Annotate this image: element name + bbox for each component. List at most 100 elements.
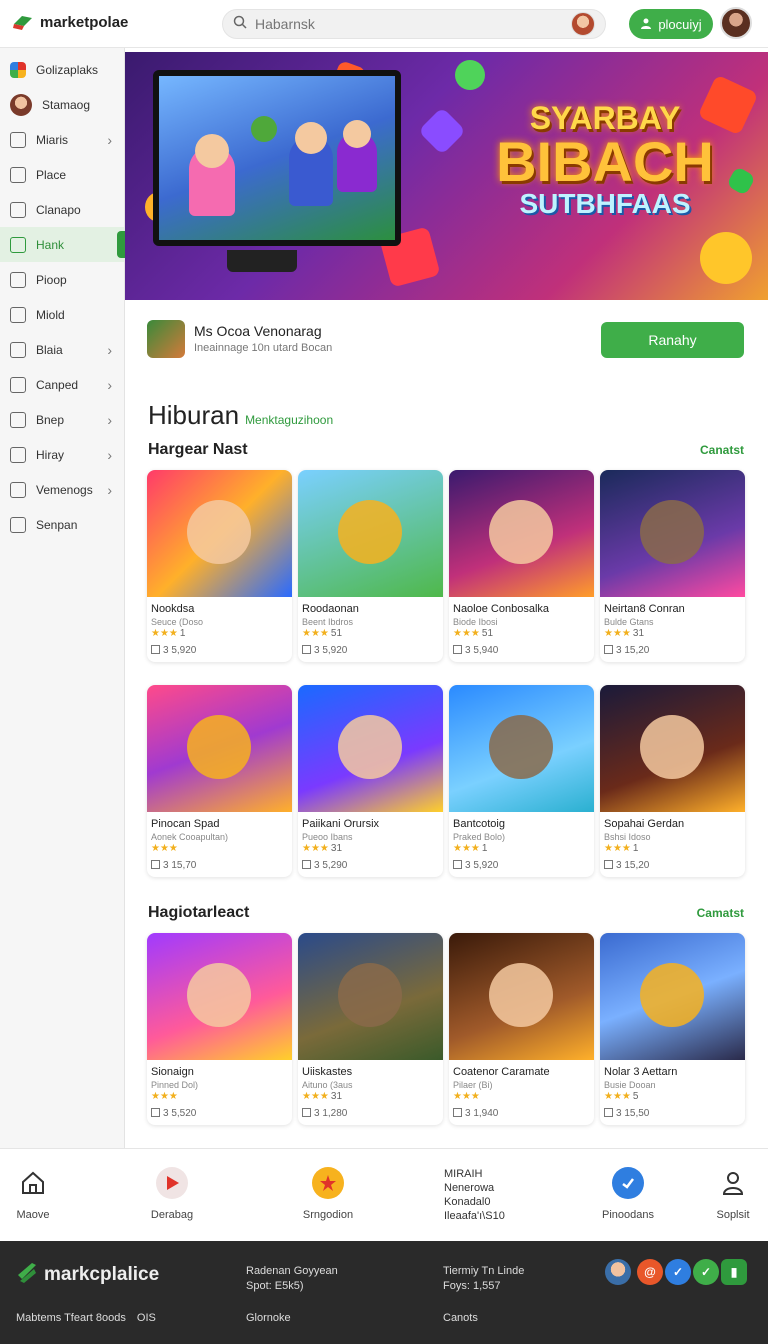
nav-home[interactable]: Maove — [0, 1149, 83, 1242]
search-icon — [233, 15, 247, 34]
product-rating: ★★★ 1 — [147, 627, 292, 639]
social-store-icon[interactable]: ▮ — [721, 1259, 747, 1285]
sidebar-item[interactable]: Place — [0, 157, 124, 192]
product-thumbnail[interactable] — [600, 933, 745, 1060]
social-share-icon[interactable]: @ — [637, 1259, 663, 1285]
sidebar-item[interactable]: Senpan — [0, 507, 124, 542]
nav-profile[interactable]: Soplsit — [683, 1149, 768, 1242]
profile-avatar[interactable] — [720, 7, 752, 39]
product-thumbnail[interactable] — [147, 933, 292, 1060]
sidebar-item-label: Miaris — [36, 132, 68, 147]
character-illustration — [489, 963, 553, 1027]
hero-banner[interactable]: SYARBAY BIBACH SUTBHFAAS — [125, 52, 768, 300]
featured-action-button[interactable]: Ranahy — [601, 322, 744, 358]
product-thumbnail[interactable] — [298, 685, 443, 812]
product-card[interactable]: Pinocan Spad Aonek Cooapultan) ★★★ 3 15,70 — [147, 685, 292, 877]
sidebar-item[interactable]: Blaia › — [0, 332, 124, 367]
product-thumbnail[interactable] — [600, 470, 745, 597]
product-card[interactable]: Uiiskastes Aituno (3aus ★★★ 31 3 1,280 — [298, 933, 443, 1125]
product-card[interactable]: Naoloe Conbosalka Biode Ibosi ★★★ 51 3 5,940 — [449, 470, 594, 662]
sidebar-item-label: Stamaog — [42, 97, 91, 112]
nav-check[interactable]: Pinoodans — [578, 1149, 678, 1242]
product-thumbnail[interactable] — [298, 470, 443, 597]
search-input[interactable] — [255, 16, 563, 32]
rating-count: 51 — [330, 628, 343, 639]
see-more-link[interactable]: Canatst — [700, 443, 744, 457]
social-avatar-icon[interactable] — [605, 1259, 631, 1285]
product-title[interactable]: Paiikani Orursix — [298, 812, 443, 830]
search-bar[interactable] — [222, 9, 606, 39]
footer-line[interactable]: Radenan Goyyean — [246, 1264, 338, 1279]
sidebar-item[interactable]: Pioop — [0, 262, 124, 297]
product-card[interactable]: Neirtan8 Conran Bulde Gtans ★★★ 31 3 15,20 — [600, 470, 745, 662]
rating-count: 1 — [179, 628, 186, 639]
product-price: 3 15,20 — [600, 854, 745, 877]
product-thumbnail[interactable] — [449, 685, 594, 812]
account-button[interactable]: plocuiyj — [629, 9, 713, 39]
product-thumbnail[interactable] — [298, 933, 443, 1060]
featured-subtitle: Ineainnage 10n utard Bocan — [194, 342, 333, 354]
sidebar-item-label: Pioop — [36, 272, 67, 287]
sidebar-item[interactable]: Hiray › — [0, 437, 124, 472]
bottom-navigation: Maove Derabag Srngodion MIRAIH Nenerowa … — [0, 1148, 768, 1241]
footer-logo[interactable]: markcplalice — [16, 1261, 159, 1289]
sidebar-item[interactable]: Clanapo — [0, 192, 124, 227]
featured-name[interactable]: Ms Ocoa Venonarag — [194, 323, 322, 339]
social-check-icon[interactable]: ✓ — [665, 1259, 691, 1285]
product-title[interactable]: Uiiskastes — [298, 1060, 443, 1078]
nav-info-line: Konadal0 — [444, 1196, 491, 1208]
footer-link[interactable]: Canots — [443, 1311, 478, 1326]
character-illustration — [338, 963, 402, 1027]
social-chat-icon[interactable]: ✓ — [693, 1259, 719, 1285]
sidebar-item[interactable]: Vemenogs › — [0, 472, 124, 507]
price-value: 3 1,280 — [314, 1108, 348, 1119]
product-card[interactable]: Nookdsa Seuce (Doso ★★★ 1 3 5,920 — [147, 470, 292, 662]
product-card[interactable]: Bantcotoig Praked Bolo) ★★★ 1 3 5,920 — [449, 685, 594, 877]
product-card[interactable]: Sopahai Gerdan Bshsi Idoso ★★★ 1 3 15,20 — [600, 685, 745, 877]
product-rating: ★★★ — [147, 842, 292, 854]
product-thumbnail[interactable] — [600, 685, 745, 812]
footer-logo-icon — [16, 1261, 38, 1289]
product-thumbnail[interactable] — [147, 685, 292, 812]
product-card[interactable]: Roodaonan Beent Ibdros ★★★ 51 3 5,920 — [298, 470, 443, 662]
product-title[interactable]: Nolar 3 Aettarn — [600, 1060, 745, 1078]
product-title[interactable]: Sopahai Gerdan — [600, 812, 745, 830]
star-icon — [312, 1167, 344, 1199]
product-title[interactable]: Naoloe Conbosalka — [449, 597, 594, 615]
see-more-link[interactable]: Camatst — [697, 906, 744, 920]
hero-title-line-2: BIBACH — [496, 130, 714, 193]
product-card[interactable]: Coatenor Caramate Pilaer (Bi) ★★★ 3 1,940 — [449, 933, 594, 1125]
product-thumbnail[interactable] — [449, 933, 594, 1060]
product-card[interactable]: Sionaign Pinned Dol) ★★★ 3 5,520 — [147, 933, 292, 1125]
search-avatar-icon[interactable] — [571, 12, 595, 36]
nav-play[interactable]: Derabag — [122, 1149, 222, 1242]
featured-thumbnail[interactable] — [147, 320, 185, 358]
nav-featured[interactable]: Srngodion — [278, 1149, 378, 1242]
product-title[interactable]: Pinocan Spad — [147, 812, 292, 830]
product-title[interactable]: Sionaign — [147, 1060, 292, 1078]
product-thumbnail[interactable] — [147, 470, 292, 597]
product-thumbnail[interactable] — [449, 470, 594, 597]
sidebar-item[interactable]: Miaris › — [0, 122, 124, 157]
footer: markcplalice Radenan Goyyean Spot: E5k5)… — [0, 1241, 768, 1344]
product-title[interactable]: Nookdsa — [147, 597, 292, 615]
product-title[interactable]: Neirtan8 Conran — [600, 597, 745, 615]
product-rating: ★★★ 31 — [600, 627, 745, 639]
sidebar-item[interactable]: Miold — [0, 297, 124, 332]
character-illustration — [338, 715, 402, 779]
product-subtitle: Praked Bolo) — [453, 832, 506, 842]
sidebar-item[interactable]: Canped › — [0, 367, 124, 402]
product-card[interactable]: Paiikani Orursix Pueoo Ibans ★★★ 31 3 5,290 — [298, 685, 443, 877]
product-title[interactable]: Bantcotoig — [449, 812, 594, 830]
sidebar-item[interactable]: Golizaplaks — [0, 52, 124, 87]
sidebar-item[interactable]: Stamaog — [0, 87, 124, 122]
product-card[interactable]: Nolar 3 Aettarn Busie Dooan ★★★ 5 3 15,50 — [600, 933, 745, 1125]
product-title[interactable]: Roodaonan — [298, 597, 443, 615]
sidebar-item[interactable]: Hank — [0, 227, 125, 262]
product-title[interactable]: Coatenor Caramate — [449, 1060, 594, 1078]
footer-link[interactable]: Glornoke — [246, 1311, 291, 1326]
sidebar-item[interactable]: Bnep › — [0, 402, 124, 437]
app-logo[interactable]: marketpolae — [12, 12, 128, 32]
footer-line[interactable]: Tiermiy Tn Linde — [443, 1264, 524, 1279]
nav-label: Srngodion — [302, 1209, 354, 1221]
